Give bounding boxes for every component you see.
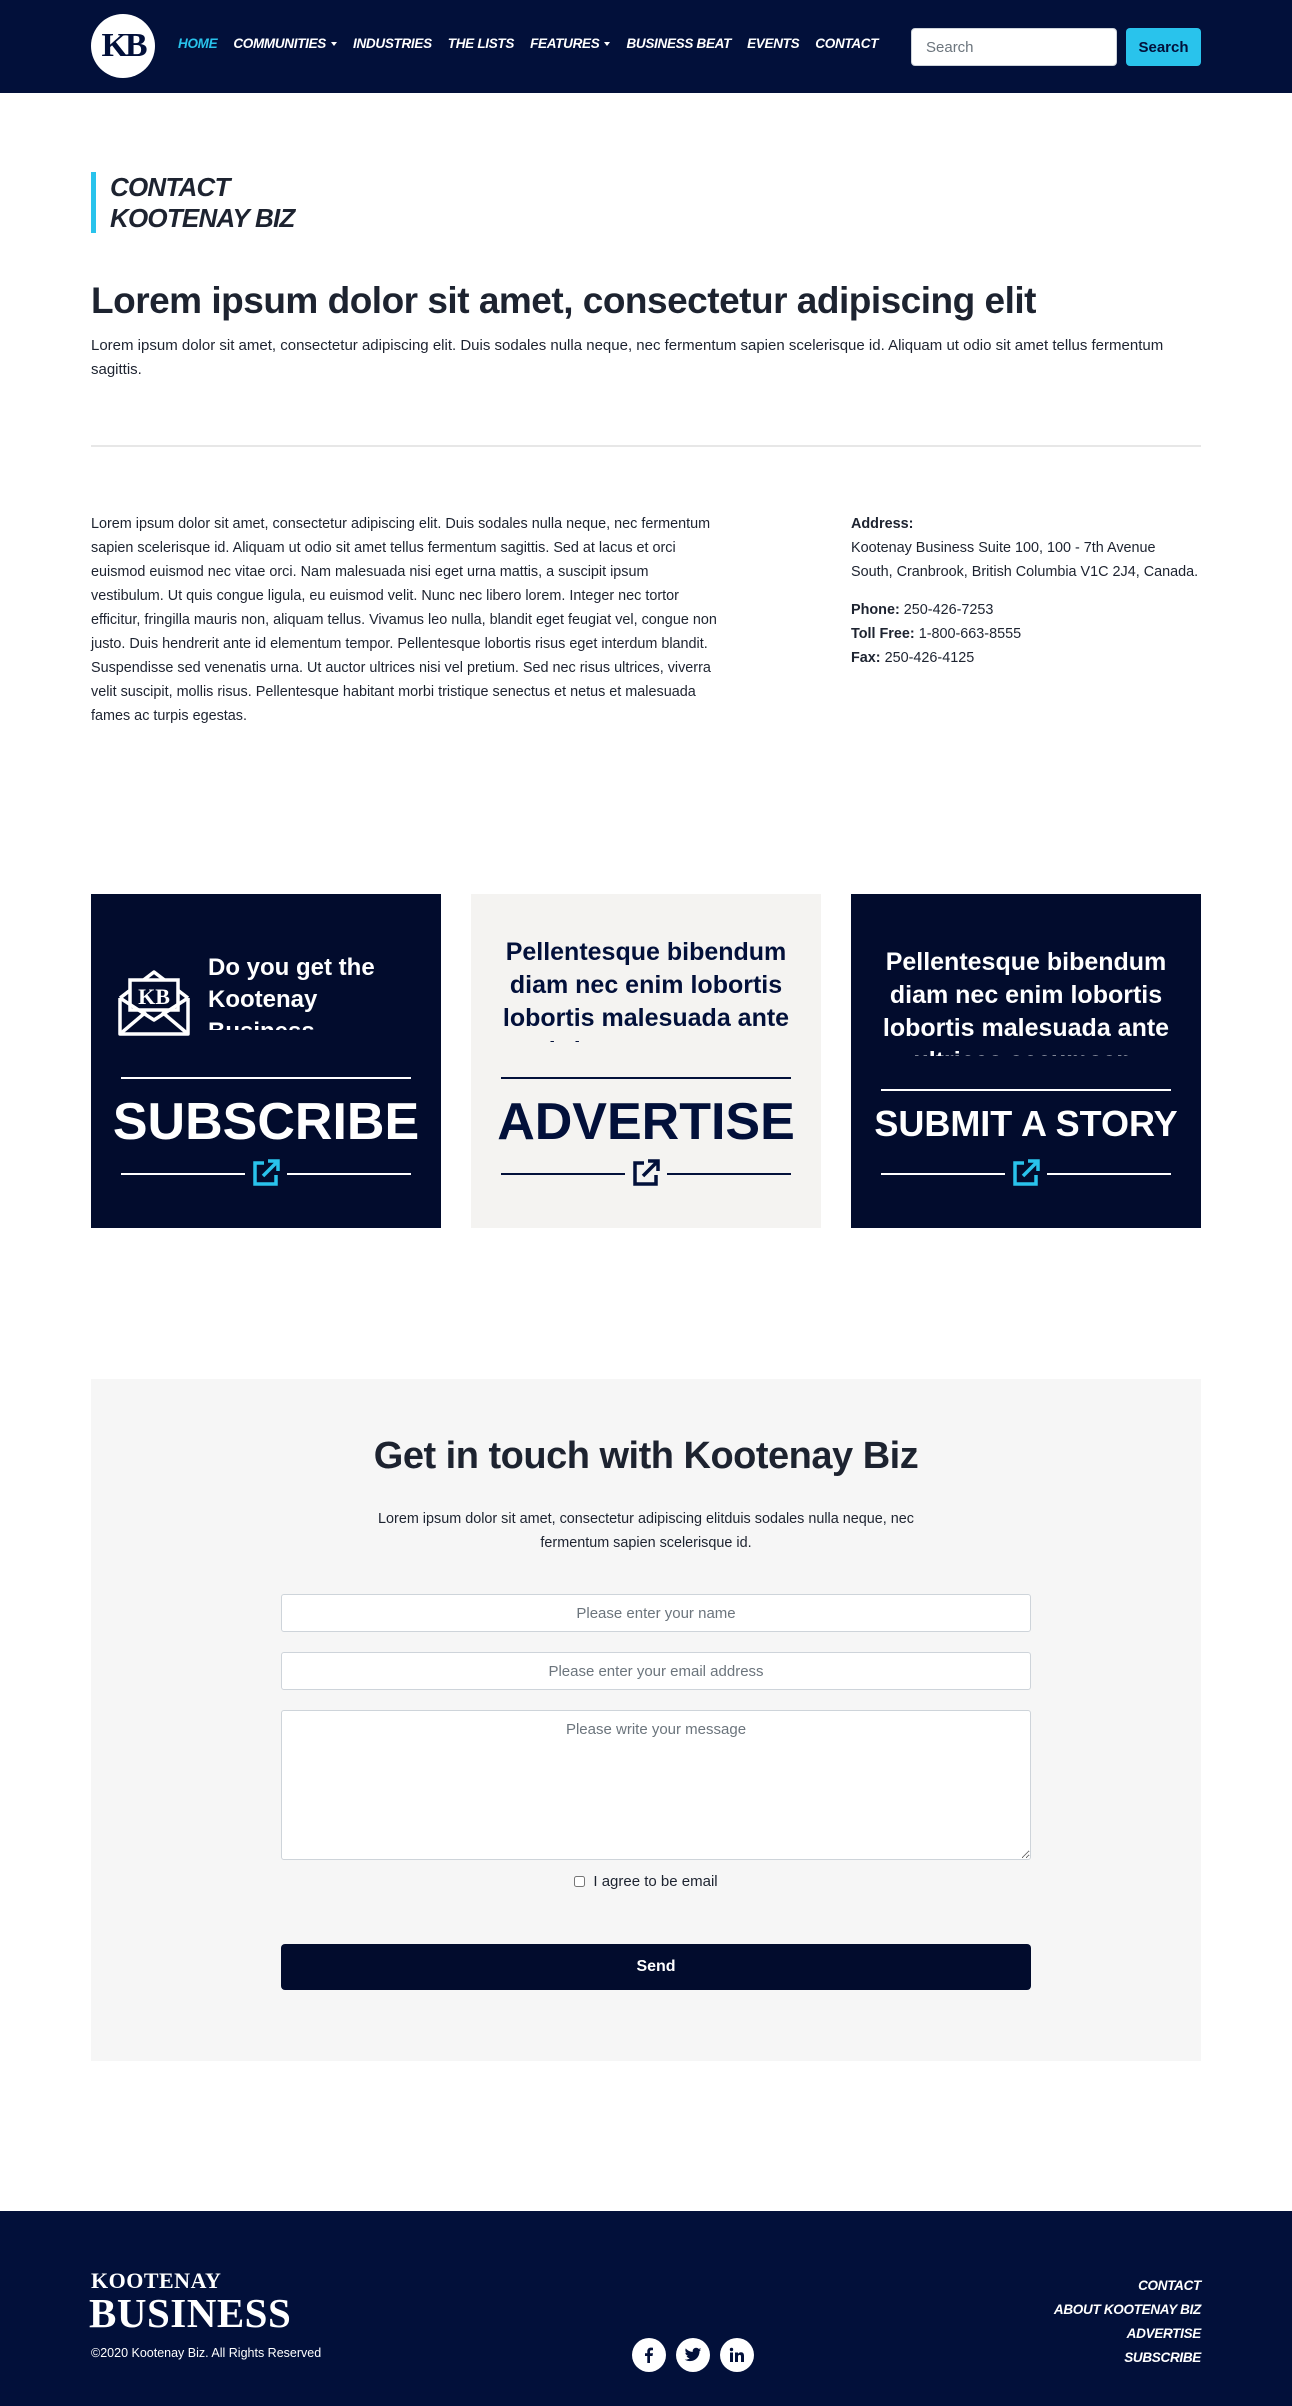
send-button[interactable]: Send [281, 1944, 1031, 1990]
link-rule-left [881, 1173, 1005, 1175]
nav-label: INDUSTRIES [353, 36, 432, 51]
agree-row[interactable]: I agree to be email [91, 1873, 1201, 1890]
chevron-down-icon [331, 41, 338, 46]
site-logo[interactable]: KB [91, 14, 155, 78]
footer-link-contact[interactable]: CONTACT [1054, 2274, 1201, 2298]
page-label-line2: KOOTENAY BIZ [110, 203, 295, 233]
address-value: Kootenay Business Suite 100, 100 - 7th A… [851, 540, 1199, 580]
link-rule-right [1047, 1173, 1171, 1175]
fax-value: 250-426-4125 [884, 650, 975, 666]
form-title: Get in touch with Kootenay Biz [373, 1435, 919, 1477]
external-link-icon [1013, 1159, 1040, 1186]
contact-body-text: Lorem ipsum dolor sit amet, consectetur … [91, 516, 717, 724]
newsletter-envelope-icon: KB [116, 968, 192, 1043]
top-navbar: KB HOME COMMUNITIES INDUSTRIES THE LISTS… [0, 0, 1292, 93]
fax-label: Fax: [851, 650, 881, 666]
site-footer: KOOTENAY BUSINESS ©2020 Kootenay Biz. Al… [0, 2211, 1292, 2406]
link-rule-left [501, 1173, 625, 1175]
footer-brand-bottom: BUSINESS [89, 2290, 292, 2336]
external-link-icon [633, 1159, 660, 1186]
advertise-link-row [501, 1158, 791, 1190]
phone-label: Phone: [851, 602, 900, 618]
subscribe-heading: Do you get the Kootenay Business newslet… [208, 954, 375, 1030]
address-label: Address: [851, 516, 914, 532]
form-subtitle: Lorem ipsum dolor sit amet, consectetur … [378, 1511, 914, 1551]
nav-item-events[interactable]: EVENTS [747, 36, 800, 51]
nav-label: THE LISTS [447, 36, 515, 51]
nav-item-contact[interactable]: CONTACT [815, 36, 878, 51]
story-heading: Pellentesque bibendum diam nec enim lobo… [882, 948, 1170, 1056]
tollfree-value: 1-800-663-8555 [918, 626, 1022, 642]
advertise-card[interactable]: Pellentesque bibendum diam nec enim lobo… [471, 894, 821, 1228]
linkedin-icon[interactable] [720, 2338, 754, 2372]
nav-item-features[interactable]: FEATURES [530, 36, 611, 51]
link-rule-right [287, 1173, 411, 1175]
subscribe-link-row [121, 1158, 411, 1190]
tollfree-label: Toll Free: [851, 626, 915, 642]
nav-label: EVENTS [747, 36, 800, 51]
nav-item-home[interactable]: HOME [178, 36, 218, 51]
phone-value: 250-426-7253 [903, 602, 994, 618]
story-link-row [881, 1158, 1171, 1190]
card-rule [501, 1077, 791, 1079]
nav-item-industries[interactable]: INDUSTRIES [353, 36, 432, 51]
nav-label: FEATURES [530, 36, 600, 51]
section-divider [91, 445, 1201, 447]
twitter-icon[interactable] [676, 2338, 710, 2372]
footer-links: CONTACT ABOUT KOOTENAY BIZ ADVERTISE SUB… [1054, 2274, 1201, 2370]
footer-link-subscribe[interactable]: SUBSCRIBE [1054, 2346, 1201, 2370]
footer-brand-top: KOOTENAY [91, 2268, 222, 2293]
nav-label: CONTACT [815, 36, 879, 51]
nav-item-business-beat[interactable]: BUSINESS BEAT [626, 36, 731, 51]
agree-label: I agree to be email [593, 1873, 718, 1890]
nav-label: HOME [178, 36, 218, 51]
email-field[interactable] [281, 1652, 1031, 1690]
link-rule-right [667, 1173, 791, 1175]
card-rule [121, 1077, 411, 1079]
nav-label: COMMUNITIES [233, 36, 327, 51]
agree-checkbox[interactable] [574, 1876, 586, 1887]
search-input[interactable] [911, 28, 1117, 66]
page-label: CONTACT KOOTENAY BIZ [91, 172, 295, 233]
name-field[interactable] [281, 1594, 1031, 1632]
submit-story-card[interactable]: Pellentesque bibendum diam nec enim lobo… [851, 894, 1201, 1228]
search-button[interactable]: Search [1126, 28, 1201, 66]
nav-item-the-lists[interactable]: THE LISTS [447, 36, 515, 51]
subscribe-card[interactable]: KB Do you get the Kootenay Business news… [91, 894, 441, 1228]
footer-link-advertise[interactable]: ADVERTISE [1054, 2322, 1202, 2346]
intro-text: Lorem ipsum dolor sit amet, consectetur … [91, 337, 1164, 378]
nav-label: BUSINESS BEAT [626, 36, 732, 51]
chevron-down-icon [604, 41, 611, 46]
external-link-icon [253, 1159, 280, 1186]
facebook-icon[interactable] [632, 2338, 666, 2372]
link-rule-left [121, 1173, 245, 1175]
contact-details: Address: Kootenay Business Suite 100, 10… [851, 512, 1201, 670]
page-label-line1: CONTACT [110, 172, 230, 202]
footer-link-about[interactable]: ABOUT KOOTENAY BIZ [1054, 2298, 1201, 2322]
subscribe-title: SUBSCRIBE [112, 1093, 420, 1151]
advertise-heading: Pellentesque bibendum diam nec enim lobo… [502, 938, 790, 1042]
main-menu: HOME COMMUNITIES INDUSTRIES THE LISTS FE… [178, 36, 878, 51]
story-title: SUBMIT A STORY [874, 1103, 1178, 1144]
social-links [632, 2338, 754, 2372]
logo-text: KB [101, 27, 147, 64]
nav-item-communities[interactable]: COMMUNITIES [233, 36, 338, 51]
message-field[interactable] [281, 1710, 1031, 1860]
copyright: ©2020 Kootenay Biz. All Rights Reserved [91, 2346, 322, 2360]
advertise-title: ADVERTISE [497, 1093, 795, 1151]
contact-form-panel: Get in touch with Kootenay Biz Lorem ips… [91, 1379, 1201, 2061]
page-title: Lorem ipsum dolor sit amet, consectetur … [91, 280, 1036, 321]
svg-text:KB: KB [138, 984, 170, 1009]
card-rule [881, 1089, 1171, 1091]
